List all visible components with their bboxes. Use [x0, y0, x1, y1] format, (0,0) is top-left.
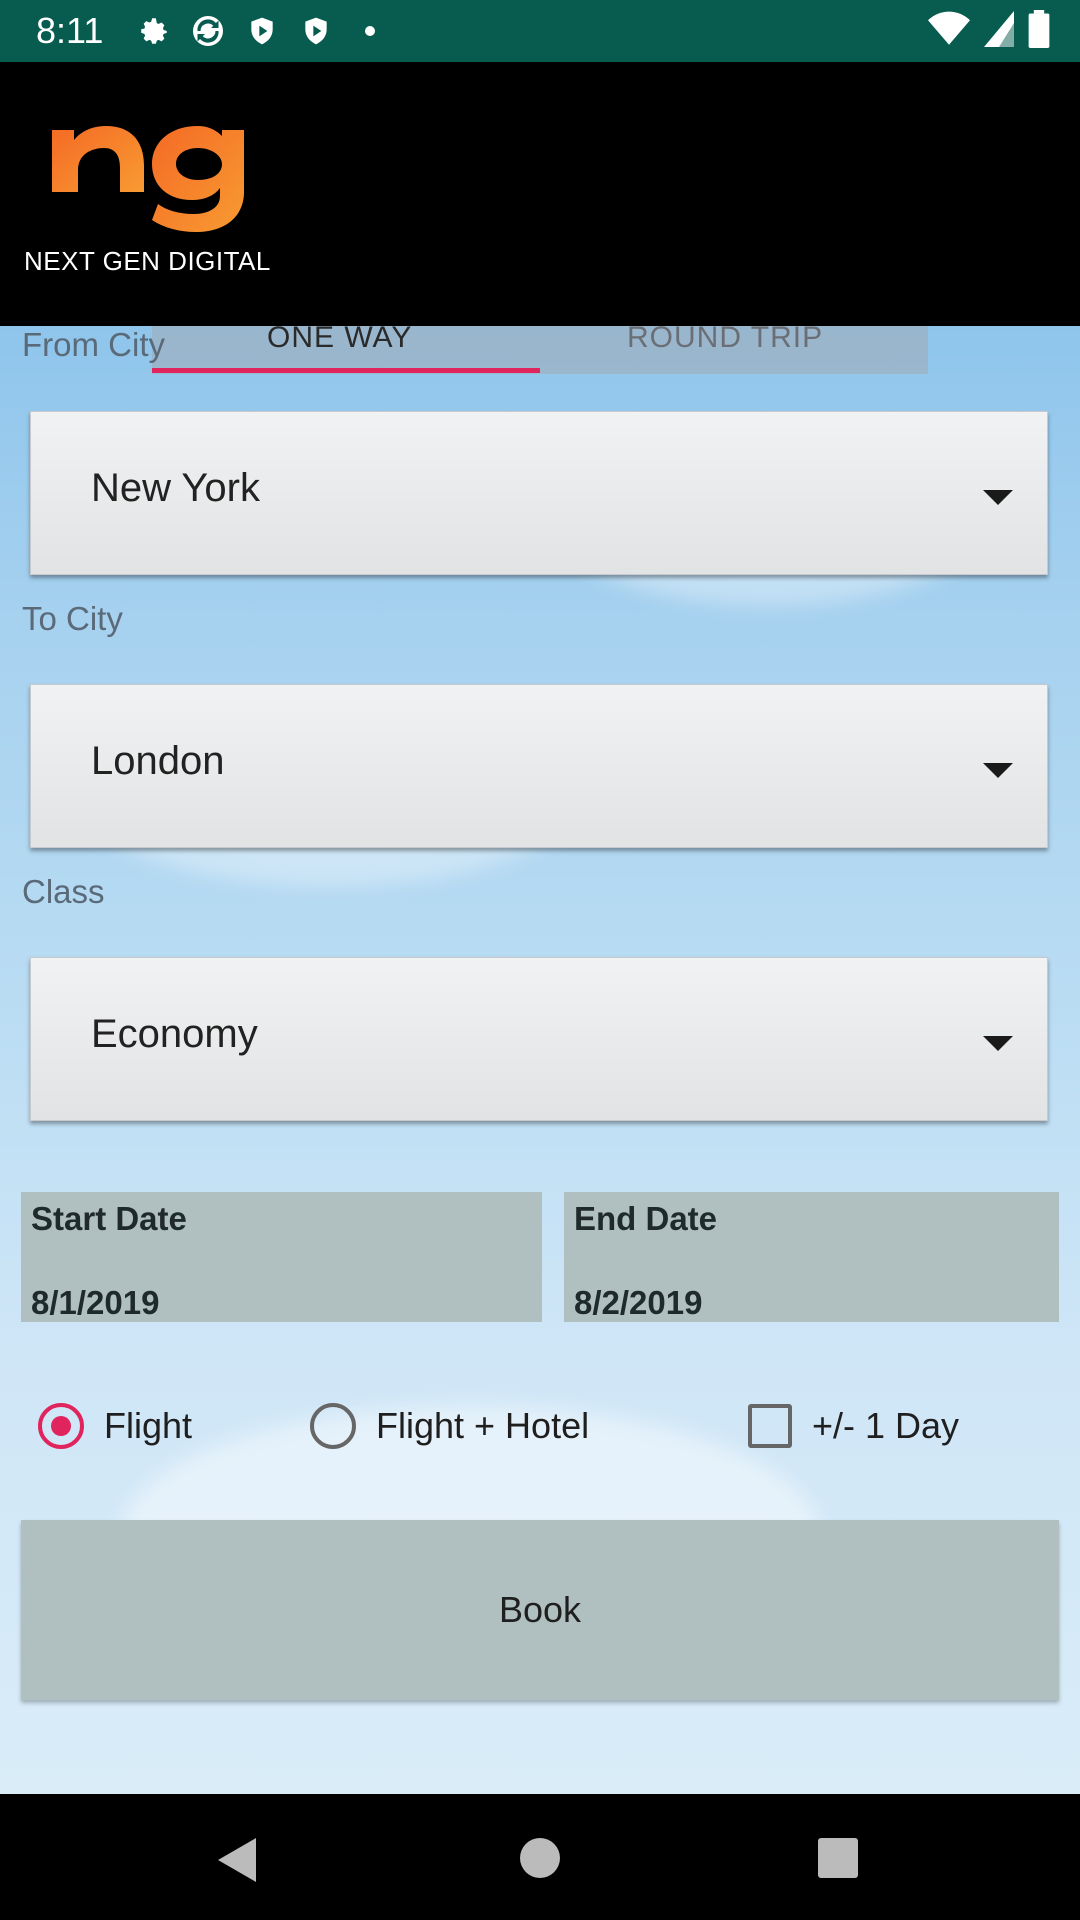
wifi-icon: [928, 11, 970, 52]
dropdown-arrow-icon: [983, 1036, 1013, 1051]
battery-icon: [1028, 9, 1050, 53]
tab-one-way[interactable]: ONE WAY: [267, 326, 412, 362]
start-date-label: Start Date: [31, 1200, 187, 1237]
status-bar: 8:11: [0, 0, 1080, 62]
sync-icon: [190, 13, 226, 49]
signal-icon: [984, 10, 1014, 52]
plus-minus-day-option[interactable]: +/- 1 Day: [748, 1396, 959, 1456]
booking-form: ONE WAY ROUND TRIP From City New York To…: [0, 326, 1080, 1794]
end-date-field[interactable]: End Date 8/2/2019: [564, 1192, 1059, 1322]
trip-type-tabs: ONE WAY ROUND TRIP: [152, 326, 928, 374]
end-date-value: 8/2/2019: [574, 1284, 703, 1321]
dot-icon: [352, 13, 388, 49]
logo-text: NEXT GEN DIGITAL: [24, 246, 271, 276]
back-icon[interactable]: [218, 1838, 256, 1882]
tab-round-trip[interactable]: ROUND TRIP: [627, 326, 823, 362]
flight-label: Flight: [104, 1405, 193, 1446]
status-right-icons: [928, 9, 1050, 53]
from-city-value: New York: [91, 466, 260, 510]
class-value: Economy: [91, 1012, 258, 1056]
flight-hotel-radio-option[interactable]: Flight + Hotel: [310, 1396, 589, 1456]
recents-icon[interactable]: [818, 1838, 858, 1878]
plus-minus-day-checkbox[interactable]: [748, 1404, 792, 1448]
book-button[interactable]: Book: [21, 1520, 1059, 1700]
shield-play-icon: [298, 13, 334, 49]
from-city-dropdown[interactable]: New York: [30, 411, 1048, 575]
ng-logo: [52, 126, 244, 232]
settings-icon: [136, 13, 172, 49]
to-city-label: To City: [22, 600, 123, 637]
plus-minus-day-label: +/- 1 Day: [812, 1405, 960, 1446]
app-header: NEXT GEN DIGITAL: [0, 62, 1080, 326]
shield-play-icon: [244, 13, 280, 49]
to-city-dropdown[interactable]: London: [30, 684, 1048, 848]
from-city-label: From City: [22, 326, 165, 363]
status-icons: [136, 8, 388, 54]
status-time: 8:11: [36, 10, 104, 51]
start-date-value: 8/1/2019: [31, 1284, 160, 1321]
flight-hotel-label: Flight + Hotel: [376, 1405, 590, 1446]
start-date-field[interactable]: Start Date 8/1/2019: [21, 1192, 542, 1322]
end-date-label: End Date: [574, 1200, 718, 1237]
to-city-value: London: [91, 739, 225, 783]
flight-hotel-radio[interactable]: [310, 1403, 356, 1449]
class-label: Class: [22, 873, 105, 910]
dropdown-arrow-icon: [983, 490, 1013, 505]
book-button-label: Book: [498, 1589, 582, 1630]
tab-selected-indicator: [152, 368, 540, 373]
class-dropdown[interactable]: Economy: [30, 957, 1048, 1121]
flight-radio-option[interactable]: Flight: [38, 1396, 192, 1456]
flight-radio[interactable]: [38, 1403, 84, 1449]
dropdown-arrow-icon: [983, 763, 1013, 778]
home-icon[interactable]: [520, 1838, 560, 1878]
system-nav-bar: [0, 1794, 1080, 1920]
